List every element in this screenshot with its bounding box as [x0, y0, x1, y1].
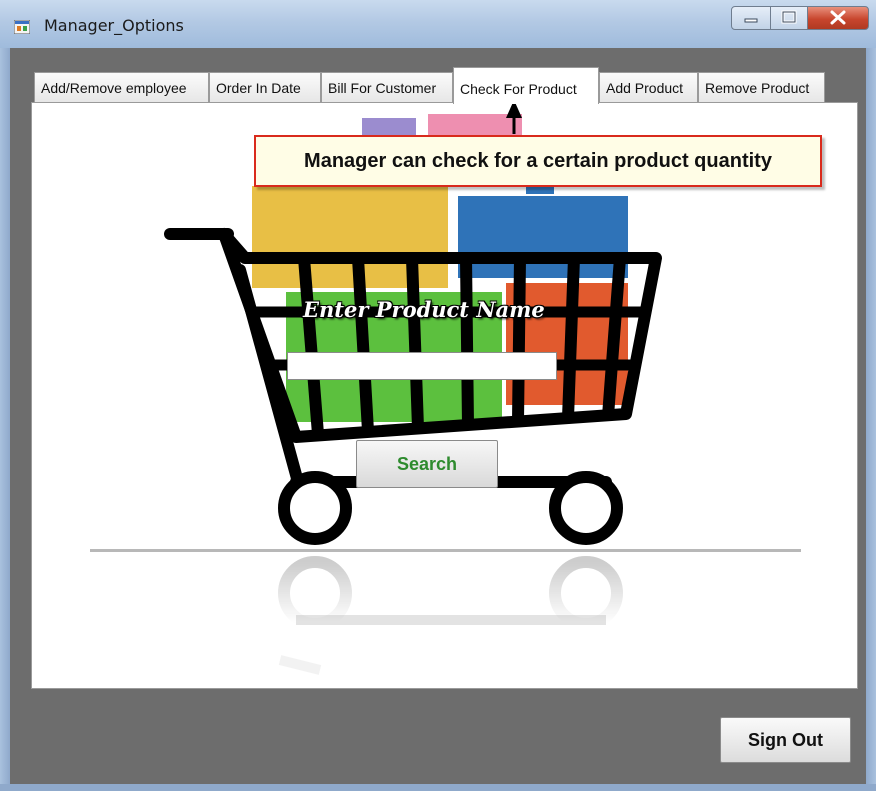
info-callout: Manager can check for a certain product … [254, 135, 822, 187]
product-name-input[interactable] [287, 352, 557, 380]
sign-out-button[interactable]: Sign Out [720, 717, 851, 763]
shopping-cart-illustration [90, 103, 801, 675]
tab-check-for-product[interactable]: Check For Product [453, 67, 599, 104]
manager-options-window: Manager_Options Add/Remove employee Orde… [0, 0, 876, 791]
product-name-label: Enter Product Name [303, 297, 545, 322]
search-button[interactable]: Search [356, 440, 498, 488]
